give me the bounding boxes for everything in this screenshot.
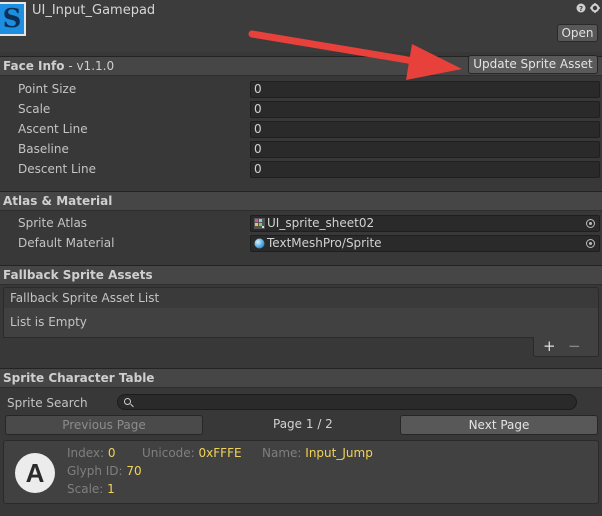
- index-label: Index:: [67, 446, 105, 460]
- descent-line-field[interactable]: 0: [250, 161, 600, 178]
- fallback-title: Fallback Sprite Assets: [3, 268, 153, 282]
- gear-icon[interactable]: [590, 3, 600, 13]
- svg-text:?: ?: [579, 5, 583, 13]
- annotation-arrow-icon: [248, 30, 462, 80]
- sprite-asset-logo-icon: S: [0, 2, 26, 36]
- previous-page-button[interactable]: Previous Page: [5, 415, 203, 435]
- ascent-line-field[interactable]: 0: [250, 121, 600, 138]
- name-label: Name:: [262, 446, 302, 460]
- page-indicator: Page 1 / 2: [273, 417, 333, 431]
- scale-field[interactable]: 0: [250, 101, 600, 118]
- scale-row: Scale: 1: [67, 482, 115, 496]
- scale-label-card: Scale:: [67, 482, 104, 496]
- sprite-search-input[interactable]: [117, 394, 577, 410]
- index-row: Index: 0: [67, 446, 116, 460]
- unicode-row: Unicode: 0xFFFE: [142, 446, 242, 460]
- version-label: - v1.1.0: [64, 59, 115, 73]
- open-button[interactable]: Open: [557, 24, 598, 42]
- section-atlas-material[interactable]: Atlas & Material: [0, 191, 602, 211]
- sprite-search-label: Sprite Search: [7, 396, 88, 410]
- object-picker-icon[interactable]: [586, 239, 595, 248]
- descent-line-label: Descent Line: [18, 162, 96, 176]
- index-value: 0: [107, 446, 116, 460]
- add-item-button[interactable]: +: [543, 337, 556, 355]
- unicode-label: Unicode:: [142, 446, 195, 460]
- char-table-title: Sprite Character Table: [3, 371, 155, 385]
- logo-letter: S: [2, 4, 22, 34]
- material-icon: [254, 238, 265, 249]
- section-title: Face Info - v1.1.0: [3, 59, 114, 73]
- update-sprite-asset-button[interactable]: Update Sprite Asset: [468, 55, 598, 74]
- sprite-atlas-label: Sprite Atlas: [18, 216, 88, 230]
- question-icon[interactable]: ?: [576, 3, 586, 13]
- section-sprite-character-table[interactable]: Sprite Character Table: [0, 368, 602, 388]
- texture-icon: [254, 218, 265, 229]
- section-fallback-sprite-assets[interactable]: Fallback Sprite Assets: [0, 265, 602, 285]
- name-value: Input_Jump: [305, 446, 373, 460]
- atlas-title: Atlas & Material: [3, 194, 113, 208]
- default-material-value: TextMeshPro/Sprite: [267, 236, 382, 250]
- glyph-preview: A: [15, 453, 55, 493]
- search-icon: [124, 398, 131, 405]
- glyph-id-value: 70: [126, 464, 142, 478]
- scale-label: Scale: [18, 102, 51, 116]
- list-empty-text: List is Empty: [10, 315, 87, 329]
- point-size-field[interactable]: 0: [250, 81, 600, 98]
- glyph-id-row: Glyph ID: 70: [67, 464, 142, 478]
- fallback-list-body: [3, 308, 599, 338]
- ascent-line-label: Ascent Line: [18, 122, 88, 136]
- object-picker-icon[interactable]: [586, 219, 595, 228]
- asset-title: UI_Input_Gamepad: [32, 3, 156, 18]
- sprite-atlas-field[interactable]: UI_sprite_sheet02: [250, 215, 600, 232]
- name-row: Name: Input_Jump: [262, 446, 373, 460]
- baseline-label: Baseline: [18, 142, 69, 156]
- face-info-title: Face Info: [3, 59, 65, 73]
- baseline-field[interactable]: 0: [250, 141, 600, 158]
- glyph-id-label: Glyph ID:: [67, 464, 123, 478]
- scale-value: 1: [107, 482, 115, 496]
- fallback-list-title: Fallback Sprite Asset List: [10, 291, 160, 305]
- next-page-button[interactable]: Next Page: [400, 415, 598, 435]
- unicode-value: 0xFFFE: [198, 446, 242, 460]
- default-material-label: Default Material: [18, 236, 115, 250]
- remove-item-button[interactable]: −: [568, 337, 581, 355]
- point-size-label: Point Size: [18, 82, 77, 96]
- default-material-field[interactable]: TextMeshPro/Sprite: [250, 235, 600, 252]
- sprite-atlas-value: UI_sprite_sheet02: [267, 216, 375, 230]
